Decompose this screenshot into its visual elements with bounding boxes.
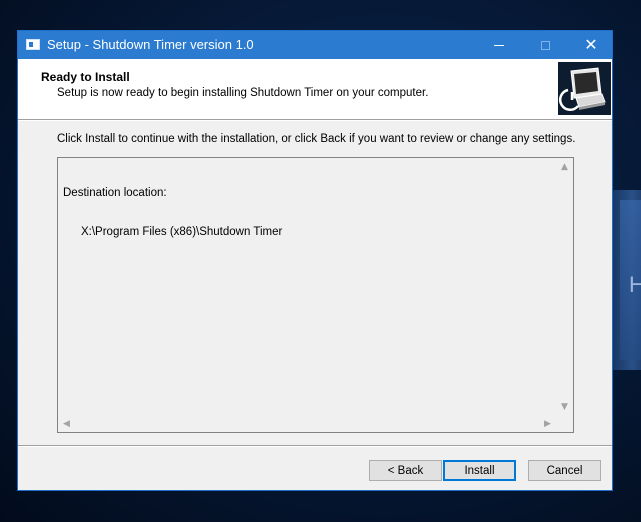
minimize-button[interactable]: [476, 31, 522, 59]
memo-content: Destination location: X:\Program Files (…: [63, 161, 282, 265]
maximize-button: [522, 31, 568, 59]
desktop-wallpaper-glyph: H: [629, 272, 641, 297]
page-subtitle: Setup is now ready to begin installing S…: [57, 87, 429, 99]
destination-label: Destination location:: [63, 187, 167, 199]
ready-memo-box[interactable]: Destination location: X:\Program Files (…: [57, 157, 574, 433]
install-button[interactable]: Install: [443, 460, 516, 481]
window-title: Setup - Shutdown Timer version 1.0: [47, 37, 254, 52]
scroll-down-icon[interactable]: ▼: [556, 398, 573, 415]
back-button[interactable]: < Back: [369, 460, 442, 481]
cancel-button[interactable]: Cancel: [528, 460, 601, 481]
scroll-left-icon[interactable]: ◀: [58, 415, 75, 432]
setup-window: Setup - Shutdown Timer version 1.0 ✕ Rea…: [17, 30, 613, 491]
minimize-icon: [494, 44, 504, 46]
destination-path: X:\Program Files (x86)\Shutdown Timer: [81, 226, 283, 238]
header-divider-highlight: [18, 120, 612, 121]
instruction-text: Click Install to continue with the insta…: [57, 133, 576, 145]
vertical-scrollbar[interactable]: ▲ ▼: [556, 158, 573, 415]
setup-app-icon: [26, 39, 40, 50]
scroll-right-icon[interactable]: ▶: [539, 415, 556, 432]
scroll-up-icon[interactable]: ▲: [556, 158, 573, 175]
computer-shutdown-wizard-image: [558, 62, 611, 115]
wizard-header: Ready to Install Setup is now ready to b…: [18, 59, 612, 119]
close-icon: ✕: [584, 35, 598, 54]
scroll-corner: [556, 415, 573, 432]
footer-divider-highlight: [18, 446, 612, 447]
close-button[interactable]: ✕: [568, 31, 614, 59]
page-title: Ready to Install: [41, 70, 130, 84]
horizontal-scrollbar[interactable]: ◀ ▶: [58, 415, 556, 432]
maximize-icon: [540, 40, 550, 50]
title-bar[interactable]: Setup - Shutdown Timer version 1.0 ✕: [18, 31, 612, 59]
